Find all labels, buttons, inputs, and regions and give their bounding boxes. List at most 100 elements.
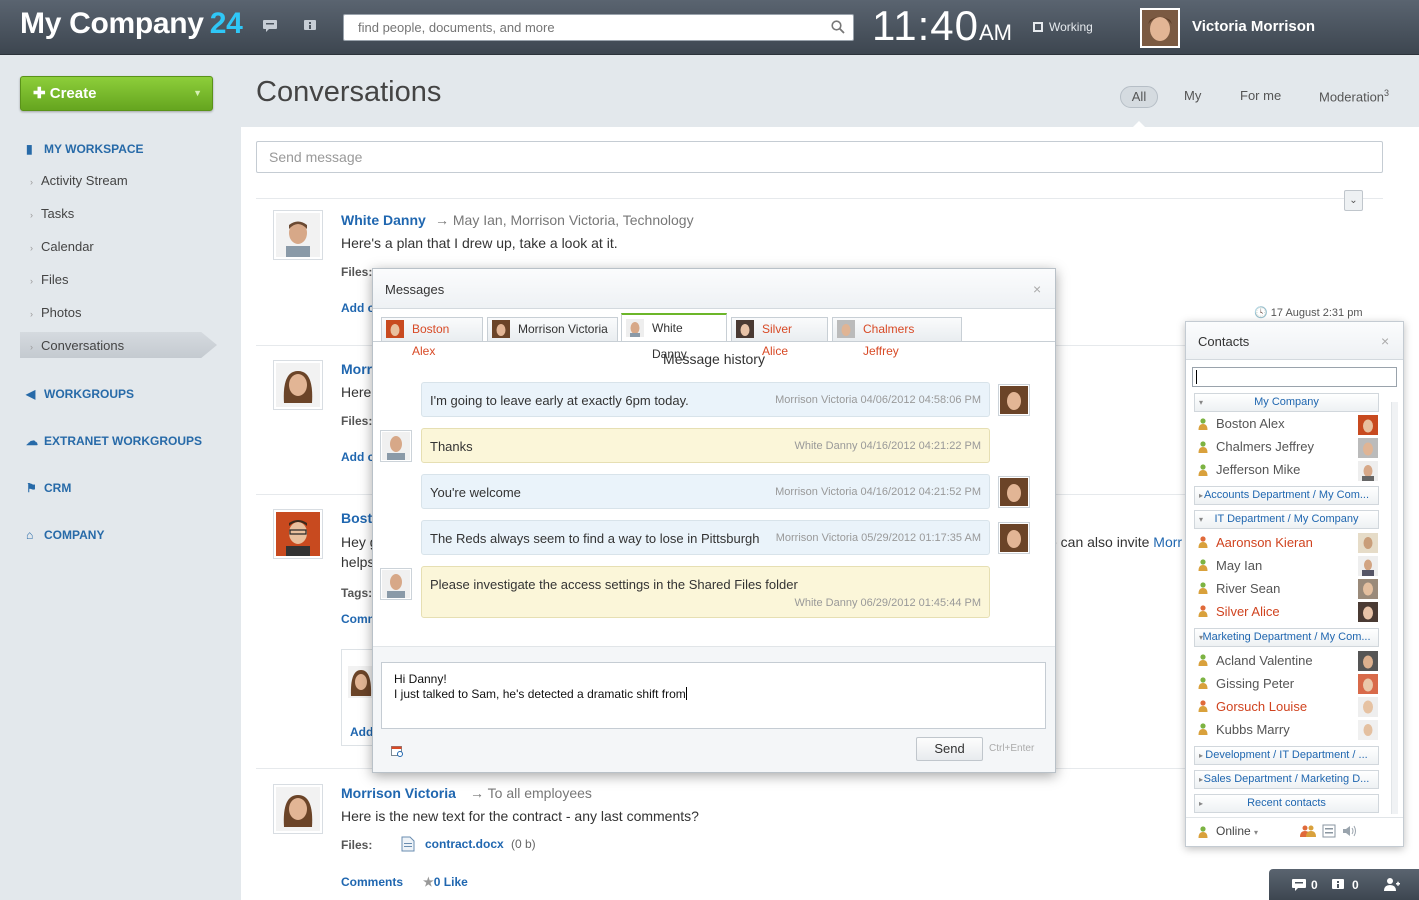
avatar[interactable] xyxy=(273,210,323,260)
sidebar-item-tasks[interactable]: › Tasks xyxy=(30,206,74,221)
tab-chalmers-jeffrey[interactable]: Chalmers Jeffrey xyxy=(832,317,962,358)
contact-item[interactable]: Boston Alex xyxy=(1216,416,1285,431)
section-my-workspace[interactable]: ▮ MY WORKSPACE xyxy=(26,142,144,156)
contact-item[interactable]: Chalmers Jeffrey xyxy=(1216,439,1314,454)
add-comment-link[interactable]: Add c xyxy=(341,450,374,464)
section-extranet[interactable]: ☁ EXTRANET WORKGROUPS xyxy=(26,434,202,448)
tab-silver-alice[interactable]: Silver Alice xyxy=(731,317,828,358)
history-icon[interactable] xyxy=(391,745,403,757)
contact-item[interactable]: Aaronson Kieran xyxy=(1216,535,1313,550)
company-logo[interactable]: My Company 24 xyxy=(20,7,243,41)
group-marketing[interactable]: ▾ Marketing Department / My Com... xyxy=(1194,628,1379,647)
notifications-icon[interactable] xyxy=(1330,878,1346,892)
send-message-input[interactable]: Send message xyxy=(256,141,1383,173)
post-author[interactable]: Bost xyxy=(341,510,372,526)
post-author[interactable]: White Danny xyxy=(341,212,426,228)
global-search[interactable] xyxy=(343,14,854,41)
group-accounts[interactable]: ▸ Accounts Department / My Com... xyxy=(1194,486,1379,505)
create-button[interactable]: ✚ Create ▼ xyxy=(20,76,213,111)
avatar xyxy=(1358,579,1378,599)
filter-for-me[interactable]: For me xyxy=(1240,88,1281,103)
tab-white-danny[interactable]: White Danny xyxy=(621,313,727,361)
bookmark-icon: ▮ xyxy=(26,142,33,156)
avatar[interactable] xyxy=(273,784,323,834)
avatar xyxy=(998,522,1030,554)
like-button[interactable]: ★0 Like xyxy=(423,875,468,889)
group-recent[interactable]: ▸ Recent contacts xyxy=(1194,794,1379,813)
contact-item[interactable]: Acland Valentine xyxy=(1216,653,1313,668)
post-author[interactable]: Morr xyxy=(341,361,372,377)
user-avatar[interactable] xyxy=(1140,8,1180,48)
chevron-right-icon: › xyxy=(30,210,33,220)
online-status-dropdown[interactable]: Online ▾ xyxy=(1216,824,1258,838)
group-sales[interactable]: ▸ Sales Department / Marketing D... xyxy=(1194,770,1379,789)
section-company[interactable]: ⌂ COMPANY xyxy=(26,528,104,542)
contact-item[interactable]: Gorsuch Louise xyxy=(1216,699,1307,714)
sidebar-item-files[interactable]: › Files xyxy=(30,272,68,287)
contact-item[interactable]: Silver Alice xyxy=(1216,604,1280,619)
section-crm[interactable]: ⚑ CRM xyxy=(26,481,71,495)
messages-icon[interactable] xyxy=(1291,878,1307,892)
collapse-button[interactable]: ⌄ xyxy=(1344,190,1363,211)
online-status-icon xyxy=(1198,559,1208,571)
contacts-scrollbar[interactable] xyxy=(1391,402,1398,814)
sound-icon[interactable] xyxy=(1342,824,1358,838)
filter-all[interactable]: All xyxy=(1120,86,1158,108)
avatar xyxy=(348,666,374,698)
close-icon[interactable]: × xyxy=(1033,281,1041,297)
avatar[interactable] xyxy=(273,360,323,410)
filter-my[interactable]: My xyxy=(1184,88,1201,103)
work-status[interactable]: Working xyxy=(1033,20,1093,34)
send-button[interactable]: Send xyxy=(916,737,983,761)
search-icon[interactable] xyxy=(831,20,845,34)
contacts-search-input[interactable] xyxy=(1192,367,1397,387)
close-icon[interactable]: × xyxy=(1381,333,1389,349)
sidebar-item-calendar[interactable]: › Calendar xyxy=(30,239,94,254)
chevron-right-icon: › xyxy=(30,243,33,253)
file-link[interactable]: contract.docx xyxy=(425,837,504,851)
sidebar-item-photos[interactable]: › Photos xyxy=(30,305,81,320)
section-workgroups[interactable]: ◀ WORKGROUPS xyxy=(26,387,134,401)
user-name[interactable]: Victoria Morrison xyxy=(1192,18,1315,35)
contact-item[interactable]: Kubbs Marry xyxy=(1216,722,1290,737)
bottom-notification-bar: 0 0 xyxy=(1269,869,1419,900)
filter-moderation[interactable]: Moderation3 xyxy=(1319,88,1389,104)
message-bubble: I'm going to leave early at exactly 6pm … xyxy=(421,382,990,417)
tags-label: Tags: xyxy=(341,586,373,600)
contact-item[interactable]: River Sean xyxy=(1216,581,1280,596)
chat-icon[interactable] xyxy=(262,19,278,33)
tab-morrison-victoria[interactable]: Morrison Victoria xyxy=(487,317,618,341)
post-text: Here xyxy=(341,384,372,400)
contact-item[interactable]: Gissing Peter xyxy=(1216,676,1294,691)
sidebar-item-conversations[interactable]: › Conversations xyxy=(30,338,124,353)
info-icon[interactable] xyxy=(302,19,318,33)
contacts-icon[interactable] xyxy=(1383,877,1401,892)
search-input[interactable] xyxy=(344,15,814,40)
group-development[interactable]: ▸ Development / IT Department / ... xyxy=(1194,746,1379,765)
avatar xyxy=(1358,674,1378,694)
contact-item[interactable]: Jefferson Mike xyxy=(1216,462,1300,477)
sidebar-item-activity-stream[interactable]: › Activity Stream xyxy=(30,173,128,188)
status-checkbox-icon[interactable] xyxy=(1033,22,1043,32)
message-bubble: Please investigate the access settings i… xyxy=(421,566,990,618)
dialog-header[interactable] xyxy=(373,269,1055,309)
settings-icon[interactable] xyxy=(1322,824,1336,838)
mention-link[interactable]: Morr xyxy=(1153,534,1182,550)
offline-status-icon xyxy=(1198,700,1208,712)
group-it[interactable]: ▾ IT Department / My Company xyxy=(1194,510,1379,529)
post-author[interactable]: Morrison Victoria xyxy=(341,785,456,801)
add-comment-link[interactable]: Add xyxy=(350,725,373,739)
avatar xyxy=(1358,602,1378,622)
tab-boston-alex[interactable]: Boston Alex xyxy=(381,317,483,358)
group-my-company[interactable]: ▾ My Company xyxy=(1194,393,1379,412)
filter-pointer xyxy=(1132,121,1146,128)
chevron-down-icon: ⌄ xyxy=(1349,195,1358,206)
avatar[interactable] xyxy=(273,509,323,559)
chevron-down-icon[interactable]: ▼ xyxy=(193,77,202,110)
contact-item[interactable]: May Ian xyxy=(1216,558,1262,573)
comments-link[interactable]: Comments xyxy=(341,875,403,889)
message-textarea[interactable]: Hi Danny! I just talked to Sam, he's det… xyxy=(381,662,1046,729)
online-status-icon xyxy=(1198,654,1208,666)
group-chat-icon[interactable] xyxy=(1300,824,1316,838)
add-comment-link[interactable]: Add c xyxy=(341,301,374,315)
